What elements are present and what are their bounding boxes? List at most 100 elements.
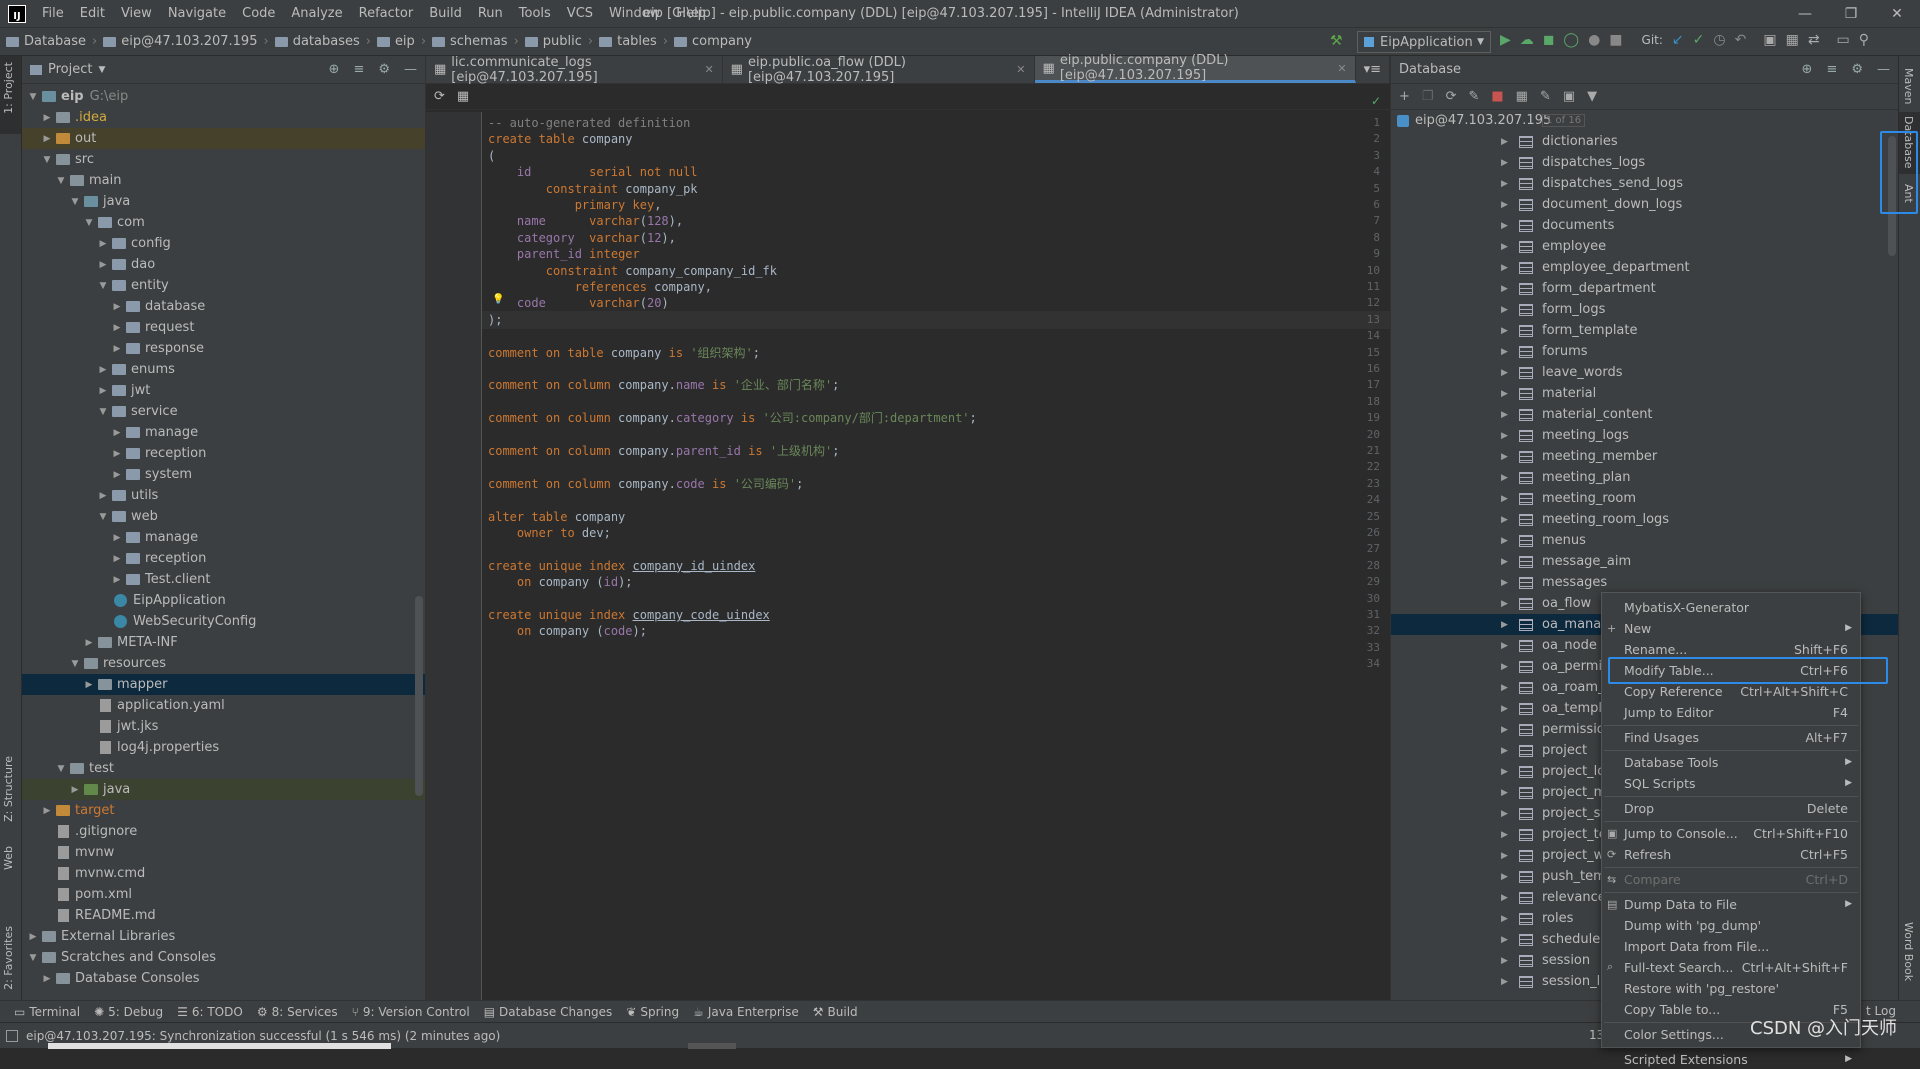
- db-table-row[interactable]: ▶ menus: [1391, 530, 1898, 551]
- chevron-right-icon[interactable]: ▶: [1501, 557, 1508, 567]
- gear-icon[interactable]: ⚙: [378, 62, 390, 77]
- chevron-right-icon[interactable]: ▶: [1501, 620, 1508, 630]
- tree-item[interactable]: mvnw.cmd: [22, 863, 425, 884]
- stop-icon[interactable]: ■: [1491, 89, 1503, 104]
- chevron-down-icon[interactable]: ▼: [54, 764, 68, 774]
- chevron-right-icon[interactable]: ▶: [1501, 221, 1508, 231]
- chevron-right-icon[interactable]: ▶: [1501, 242, 1508, 252]
- chevron-right-icon[interactable]: ▶: [110, 575, 124, 585]
- context-menu-item[interactable]: Drop Delete: [1602, 798, 1860, 818]
- context-menu-item[interactable]: Rename... Shift+F6: [1602, 639, 1860, 659]
- tree-item[interactable]: ▶ Database Consoles: [22, 968, 425, 989]
- tree-item[interactable]: log4j.properties: [22, 737, 425, 758]
- db-table-row[interactable]: ▶ form_logs: [1391, 299, 1898, 320]
- chevron-right-icon[interactable]: ▶: [1501, 725, 1508, 735]
- db-table-row[interactable]: ▶ dispatches_logs: [1391, 152, 1898, 173]
- code-editor[interactable]: 1 -- auto-generated definition 2 create tab…: [426, 112, 1390, 1010]
- breadcrumb-item[interactable]: Database ›: [6, 34, 97, 49]
- bottom-tool-3[interactable]: ⚙ 8: Services: [257, 1005, 338, 1019]
- chevron-right-icon[interactable]: ▶: [26, 932, 40, 942]
- chevron-right-icon[interactable]: ▶: [1501, 809, 1508, 819]
- chevron-right-icon[interactable]: ▶: [1501, 662, 1508, 672]
- menu-build[interactable]: Build: [421, 6, 470, 21]
- chevron-right-icon[interactable]: ▶: [1501, 368, 1508, 378]
- table-editor-icon[interactable]: ▦: [1516, 89, 1528, 104]
- hide-icon[interactable]: —: [1877, 62, 1890, 77]
- edit-icon[interactable]: ✎: [1540, 89, 1551, 104]
- git-update-icon[interactable]: ↙: [1672, 32, 1684, 48]
- tree-item[interactable]: ▶ request: [22, 317, 425, 338]
- bottom-tool-5[interactable]: ▤ Database Changes: [484, 1005, 613, 1019]
- restore-icon[interactable]: ❐: [1828, 0, 1874, 28]
- db-table-row[interactable]: ▶ message_aim: [1391, 551, 1898, 572]
- bottom-tool-6[interactable]: ❦ Spring: [626, 1005, 679, 1019]
- db-table-row[interactable]: ▶ documents: [1391, 215, 1898, 236]
- chevron-right-icon[interactable]: ▶: [96, 491, 110, 501]
- db-table-row[interactable]: ▶ meeting_room_logs: [1391, 509, 1898, 530]
- chevron-right-icon[interactable]: ▶: [1501, 830, 1508, 840]
- chevron-right-icon[interactable]: ▶: [68, 785, 82, 795]
- tab-wordbook[interactable]: Word Book: [1902, 922, 1915, 981]
- context-menu-item[interactable]: ▣ Jump to Console... Ctrl+Shift+F10: [1602, 823, 1860, 843]
- menu-navigate[interactable]: Navigate: [160, 6, 234, 21]
- run-icon[interactable]: ▶: [1500, 32, 1511, 48]
- tree-item[interactable]: ▶ database: [22, 296, 425, 317]
- context-menu-item[interactable]: Jump to Editor F4: [1602, 702, 1860, 722]
- chevron-right-icon[interactable]: ▶: [40, 974, 54, 984]
- close-icon[interactable]: ✕: [1337, 62, 1346, 75]
- db-table-row[interactable]: ▶ form_department: [1391, 278, 1898, 299]
- tree-item[interactable]: jwt.jks: [22, 716, 425, 737]
- chevron-right-icon[interactable]: ▶: [1501, 179, 1508, 189]
- db-table-row[interactable]: ▶ employee: [1391, 236, 1898, 257]
- chevron-right-icon[interactable]: ▶: [82, 680, 96, 690]
- chevron-down-icon[interactable]: ▼: [54, 176, 68, 186]
- menu-tools[interactable]: Tools: [511, 6, 559, 21]
- tree-item[interactable]: ▶ .idea: [22, 107, 425, 128]
- editor-tab[interactable]: ▦ eip.public.company (DDL) [eip@47.103.20…: [1034, 53, 1356, 83]
- context-menu-item[interactable]: Import Data from File...: [1602, 936, 1860, 956]
- tree-item[interactable]: ▶ jwt: [22, 380, 425, 401]
- chevron-right-icon[interactable]: ▶: [1501, 200, 1508, 210]
- coverage-icon[interactable]: ◼: [1543, 32, 1555, 48]
- chevron-right-icon[interactable]: ▶: [1501, 158, 1508, 168]
- context-menu-item[interactable]: MybatisX-Generator: [1602, 597, 1860, 617]
- tree-item[interactable]: ▶ manage: [22, 422, 425, 443]
- chevron-down-icon[interactable]: ▼: [68, 197, 82, 207]
- sync-schema-icon[interactable]: ✎: [1468, 89, 1479, 104]
- chevron-right-icon[interactable]: ▶: [1501, 137, 1508, 147]
- table-view-icon[interactable]: ▦: [457, 89, 469, 104]
- db-table-row[interactable]: ▶ dictionaries: [1391, 131, 1898, 152]
- menu-refactor[interactable]: Refactor: [351, 6, 422, 21]
- close-icon[interactable]: ✕: [704, 63, 713, 76]
- menu-vcs[interactable]: VCS: [559, 6, 601, 21]
- editor-tab[interactable]: ▦ eip.public.oa_flow (DDL) [eip@47.103.20…: [723, 55, 1035, 85]
- db-table-row[interactable]: ▶ meeting_room: [1391, 488, 1898, 509]
- chevron-right-icon[interactable]: ▶: [96, 386, 110, 396]
- chevron-right-icon[interactable]: ▶: [1501, 956, 1508, 966]
- profile-icon[interactable]: ◯: [1563, 32, 1579, 48]
- chevron-right-icon[interactable]: ▶: [40, 806, 54, 816]
- tree-item[interactable]: ▶ Test.client: [22, 569, 425, 590]
- context-menu-item[interactable]: Database Tools ▶: [1602, 752, 1860, 772]
- menu-run[interactable]: Run: [470, 6, 511, 21]
- chevron-down-icon[interactable]: ▼: [96, 512, 110, 522]
- chevron-right-icon[interactable]: ▶: [1501, 746, 1508, 756]
- chevron-down-icon[interactable]: ▼: [40, 155, 54, 165]
- build-hammer-icon[interactable]: ⚒: [1330, 33, 1343, 49]
- project-structure-icon[interactable]: ▣: [1763, 32, 1776, 48]
- refresh-icon[interactable]: ⟳: [1446, 89, 1457, 104]
- tree-item[interactable]: ▶ reception: [22, 443, 425, 464]
- run-configuration-select[interactable]: EipApplication ▼: [1357, 31, 1491, 53]
- menu-edit[interactable]: Edit: [72, 6, 113, 21]
- attach-icon[interactable]: ●: [1588, 32, 1600, 48]
- close-icon[interactable]: ✕: [1874, 0, 1920, 28]
- context-menu-item[interactable]: ⟳ Refresh Ctrl+F5: [1602, 844, 1860, 864]
- context-menu-item[interactable]: Copy Reference Ctrl+Alt+Shift+C: [1602, 681, 1860, 701]
- copy-icon[interactable]: ❐: [1422, 89, 1434, 104]
- chevron-right-icon[interactable]: ▶: [1501, 683, 1508, 693]
- bottom-tool-2[interactable]: ☰ 6: TODO: [177, 1005, 243, 1019]
- chevron-down-icon[interactable]: ▼: [68, 659, 82, 669]
- chevron-right-icon[interactable]: ▶: [1501, 599, 1508, 609]
- chevron-down-icon[interactable]: ▼: [26, 953, 40, 963]
- locate-icon[interactable]: ⊕: [329, 62, 340, 77]
